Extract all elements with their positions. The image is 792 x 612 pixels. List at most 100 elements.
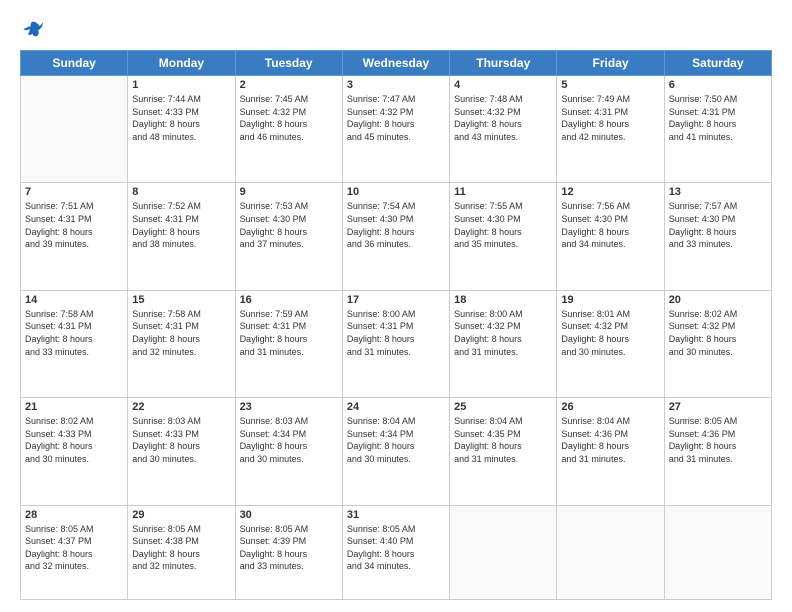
calendar-cell: 5 Sunrise: 7:49 AM Sunset: 4:31 PM Daylig… (557, 76, 664, 183)
day-number: 25 (454, 401, 552, 413)
col-header-friday: Friday (557, 51, 664, 76)
day-number: 12 (561, 186, 659, 198)
day-info: Sunrise: 7:44 AM Sunset: 4:33 PM Dayligh… (132, 93, 230, 143)
day-info: Sunrise: 7:52 AM Sunset: 4:31 PM Dayligh… (132, 200, 230, 250)
day-number: 26 (561, 401, 659, 413)
calendar-cell: 7Sunrise: 7:51 AM Sunset: 4:31 PM Daylig… (21, 183, 128, 290)
calendar-table: SundayMondayTuesdayWednesdayThursdayFrid… (20, 50, 772, 600)
calendar-cell (557, 505, 664, 599)
day-number: 9 (240, 186, 338, 198)
day-number: 2 (240, 79, 338, 91)
calendar-cell: 25Sunrise: 8:04 AM Sunset: 4:35 PM Dayli… (450, 398, 557, 505)
day-number: 5 (561, 79, 659, 91)
day-info: Sunrise: 7:57 AM Sunset: 4:30 PM Dayligh… (669, 200, 767, 250)
day-number: 1 (132, 79, 230, 91)
calendar-cell: 15 Sunrise: 7:58 AM Sunset: 4:31 PM Dayli… (128, 290, 235, 397)
calendar-cell: 31Sunrise: 8:05 AM Sunset: 4:40 PM Dayli… (342, 505, 449, 599)
day-number: 29 (132, 509, 230, 521)
day-info: Sunrise: 8:00 AM Sunset: 4:31 PM Dayligh… (347, 308, 445, 358)
day-number: 27 (669, 401, 767, 413)
day-number: 20 (669, 294, 767, 306)
calendar-cell: 28Sunrise: 8:05 AM Sunset: 4:37 PM Dayli… (21, 505, 128, 599)
day-number: 11 (454, 186, 552, 198)
calendar-cell: 6 Sunrise: 7:50 AM Sunset: 4:31 PM Daylig… (664, 76, 771, 183)
day-number: 18 (454, 294, 552, 306)
day-info: Sunrise: 8:05 AM Sunset: 4:37 PM Dayligh… (25, 523, 123, 573)
day-number: 3 (347, 79, 445, 91)
day-info: Sunrise: 8:01 AM Sunset: 4:32 PM Dayligh… (561, 308, 659, 358)
calendar-cell: 4Sunrise: 7:48 AM Sunset: 4:32 PM Daylig… (450, 76, 557, 183)
day-number: 16 (240, 294, 338, 306)
day-info: Sunrise: 7:58 AM Sunset: 4:31 PM Dayligh… (25, 308, 123, 358)
calendar-header-row: SundayMondayTuesdayWednesdayThursdayFrid… (21, 51, 772, 76)
day-info: Sunrise: 7:53 AM Sunset: 4:30 PM Dayligh… (240, 200, 338, 250)
calendar-cell: 26 Sunrise: 8:04 AM Sunset: 4:36 PM Dayli… (557, 398, 664, 505)
calendar-cell: 23Sunrise: 8:03 AM Sunset: 4:34 PM Dayli… (235, 398, 342, 505)
day-info: Sunrise: 7:51 AM Sunset: 4:31 PM Dayligh… (25, 200, 123, 250)
day-info: Sunrise: 8:05 AM Sunset: 4:36 PM Dayligh… (669, 415, 767, 465)
calendar-week-row: 14 Sunrise: 7:58 AM Sunset: 4:31 PM Dayli… (21, 290, 772, 397)
day-info: Sunrise: 7:55 AM Sunset: 4:30 PM Dayligh… (454, 200, 552, 250)
calendar-week-row: 21 Sunrise: 8:02 AM Sunset: 4:33 PM Dayli… (21, 398, 772, 505)
day-info: Sunrise: 7:59 AM Sunset: 4:31 PM Dayligh… (240, 308, 338, 358)
day-info: Sunrise: 8:00 AM Sunset: 4:32 PM Dayligh… (454, 308, 552, 358)
day-info: Sunrise: 8:05 AM Sunset: 4:38 PM Dayligh… (132, 523, 230, 573)
calendar-cell: 17Sunrise: 8:00 AM Sunset: 4:31 PM Dayli… (342, 290, 449, 397)
calendar-cell: 29 Sunrise: 8:05 AM Sunset: 4:38 PM Dayli… (128, 505, 235, 599)
col-header-monday: Monday (128, 51, 235, 76)
calendar-cell: 24Sunrise: 8:04 AM Sunset: 4:34 PM Dayli… (342, 398, 449, 505)
logo (20, 18, 44, 40)
day-info: Sunrise: 8:02 AM Sunset: 4:32 PM Dayligh… (669, 308, 767, 358)
calendar-cell: 2 Sunrise: 7:45 AM Sunset: 4:32 PM Daylig… (235, 76, 342, 183)
day-info: Sunrise: 8:03 AM Sunset: 4:33 PM Dayligh… (132, 415, 230, 465)
col-header-thursday: Thursday (450, 51, 557, 76)
calendar-cell: 9 Sunrise: 7:53 AM Sunset: 4:30 PM Daylig… (235, 183, 342, 290)
calendar-cell: 14 Sunrise: 7:58 AM Sunset: 4:31 PM Dayli… (21, 290, 128, 397)
calendar-cell: 21 Sunrise: 8:02 AM Sunset: 4:33 PM Dayli… (21, 398, 128, 505)
day-info: Sunrise: 8:02 AM Sunset: 4:33 PM Dayligh… (25, 415, 123, 465)
col-header-sunday: Sunday (21, 51, 128, 76)
day-info: Sunrise: 7:50 AM Sunset: 4:31 PM Dayligh… (669, 93, 767, 143)
calendar-cell: 16 Sunrise: 7:59 AM Sunset: 4:31 PM Dayli… (235, 290, 342, 397)
col-header-wednesday: Wednesday (342, 51, 449, 76)
calendar-cell: 19 Sunrise: 8:01 AM Sunset: 4:32 PM Dayli… (557, 290, 664, 397)
col-header-saturday: Saturday (664, 51, 771, 76)
calendar-week-row: 7Sunrise: 7:51 AM Sunset: 4:31 PM Daylig… (21, 183, 772, 290)
calendar-cell: 20 Sunrise: 8:02 AM Sunset: 4:32 PM Dayli… (664, 290, 771, 397)
day-number: 24 (347, 401, 445, 413)
calendar-cell: 3 Sunrise: 7:47 AM Sunset: 4:32 PM Daylig… (342, 76, 449, 183)
day-info: Sunrise: 8:04 AM Sunset: 4:36 PM Dayligh… (561, 415, 659, 465)
day-number: 8 (132, 186, 230, 198)
day-info: Sunrise: 8:03 AM Sunset: 4:34 PM Dayligh… (240, 415, 338, 465)
col-header-tuesday: Tuesday (235, 51, 342, 76)
day-number: 4 (454, 79, 552, 91)
day-number: 21 (25, 401, 123, 413)
day-info: Sunrise: 8:05 AM Sunset: 4:40 PM Dayligh… (347, 523, 445, 573)
day-info: Sunrise: 8:05 AM Sunset: 4:39 PM Dayligh… (240, 523, 338, 573)
day-info: Sunrise: 7:45 AM Sunset: 4:32 PM Dayligh… (240, 93, 338, 143)
calendar-cell: 13Sunrise: 7:57 AM Sunset: 4:30 PM Dayli… (664, 183, 771, 290)
day-info: Sunrise: 7:56 AM Sunset: 4:30 PM Dayligh… (561, 200, 659, 250)
day-number: 30 (240, 509, 338, 521)
day-info: Sunrise: 7:54 AM Sunset: 4:30 PM Dayligh… (347, 200, 445, 250)
calendar-cell: 8 Sunrise: 7:52 AM Sunset: 4:31 PM Daylig… (128, 183, 235, 290)
day-info: Sunrise: 7:58 AM Sunset: 4:31 PM Dayligh… (132, 308, 230, 358)
day-info: Sunrise: 7:49 AM Sunset: 4:31 PM Dayligh… (561, 93, 659, 143)
header (20, 18, 772, 40)
day-number: 14 (25, 294, 123, 306)
logo-bird-icon (22, 18, 44, 40)
calendar-cell (450, 505, 557, 599)
calendar-cell: 18 Sunrise: 8:00 AM Sunset: 4:32 PM Dayli… (450, 290, 557, 397)
calendar-cell: 22Sunrise: 8:03 AM Sunset: 4:33 PM Dayli… (128, 398, 235, 505)
day-info: Sunrise: 7:47 AM Sunset: 4:32 PM Dayligh… (347, 93, 445, 143)
day-number: 19 (561, 294, 659, 306)
calendar-week-row: 1 Sunrise: 7:44 AM Sunset: 4:33 PM Daylig… (21, 76, 772, 183)
calendar-cell (664, 505, 771, 599)
calendar-cell: 11 Sunrise: 7:55 AM Sunset: 4:30 PM Dayli… (450, 183, 557, 290)
calendar-cell: 1 Sunrise: 7:44 AM Sunset: 4:33 PM Daylig… (128, 76, 235, 183)
calendar-cell: 10Sunrise: 7:54 AM Sunset: 4:30 PM Dayli… (342, 183, 449, 290)
day-number: 15 (132, 294, 230, 306)
day-number: 6 (669, 79, 767, 91)
calendar-cell: 30 Sunrise: 8:05 AM Sunset: 4:39 PM Dayli… (235, 505, 342, 599)
calendar-cell: 12 Sunrise: 7:56 AM Sunset: 4:30 PM Dayli… (557, 183, 664, 290)
